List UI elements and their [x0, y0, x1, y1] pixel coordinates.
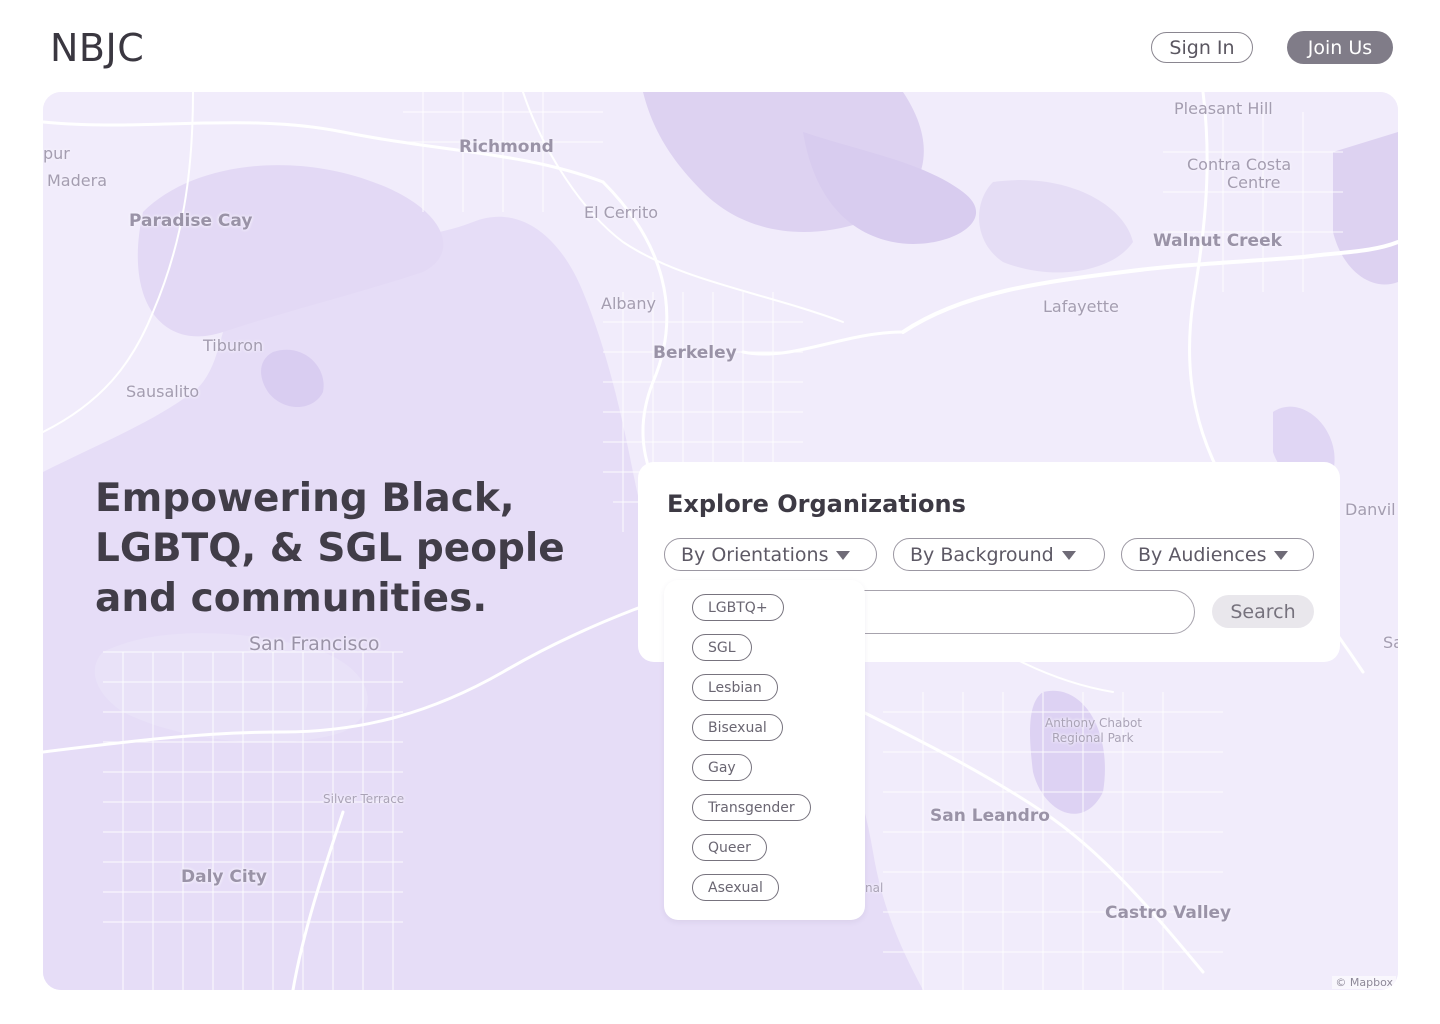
map-label: El Cerrito: [584, 203, 659, 222]
explore-title: Explore Organizations: [667, 490, 966, 518]
map-label: San Leandro: [930, 806, 1050, 826]
map-label: Anthony Chabot: [1045, 716, 1142, 730]
orientation-option-asexual[interactable]: Asexual: [692, 874, 779, 901]
map-label: Castro Valley: [1105, 903, 1232, 923]
filter-background-dropdown[interactable]: By Background: [893, 538, 1105, 571]
orientation-option-sgl[interactable]: SGL: [692, 634, 752, 661]
orientations-dropdown-menu: LGBTQ+ SGL Lesbian Bisexual Gay Transgen…: [664, 580, 865, 920]
orientation-option-lesbian[interactable]: Lesbian: [692, 674, 778, 701]
filter-label: By Audiences: [1138, 543, 1267, 566]
map-label: Sa: [1383, 633, 1398, 652]
map-label: Albany: [601, 294, 656, 313]
sign-in-button[interactable]: Sign In: [1151, 32, 1253, 63]
map-label: Tiburon: [203, 336, 264, 355]
hero-headline: Empowering Black, LGBTQ, & SGL people an…: [95, 476, 565, 621]
caret-down-icon: [1061, 551, 1076, 560]
map-label: Silver Terrace: [323, 792, 405, 806]
caret-down-icon: [836, 551, 851, 560]
map-label: nal: [865, 881, 884, 895]
search-button[interactable]: Search: [1212, 595, 1314, 628]
map-label: Danvil: [1345, 500, 1396, 519]
map-label: Centre: [1227, 173, 1281, 192]
orientation-option-queer[interactable]: Queer: [692, 834, 767, 861]
orientation-option-bisexual[interactable]: Bisexual: [692, 714, 783, 741]
orientation-option-lgbtq[interactable]: LGBTQ+: [692, 594, 784, 621]
map-label: Pleasant Hill: [1174, 99, 1273, 118]
join-us-button[interactable]: Join Us: [1287, 31, 1393, 64]
map-label: Daly City: [181, 867, 267, 887]
orientation-option-transgender[interactable]: Transgender: [692, 794, 811, 821]
map-label: Madera: [47, 171, 107, 190]
map-label: Sausalito: [126, 382, 200, 401]
map-attribution[interactable]: © Mapbox: [1332, 976, 1396, 989]
caret-down-icon: [1274, 551, 1289, 560]
map-label: Contra Costa: [1187, 155, 1292, 174]
filter-audiences-dropdown[interactable]: By Audiences: [1121, 538, 1314, 571]
map-label: Regional Park: [1052, 731, 1134, 745]
map-label: Paradise Cay: [129, 211, 253, 231]
map-label: Berkeley: [653, 343, 737, 363]
map-label: pur: [43, 144, 70, 163]
filter-orientations-dropdown[interactable]: By Orientations: [664, 538, 877, 571]
filter-label: By Background: [910, 543, 1054, 566]
map-label: Walnut Creek: [1153, 231, 1282, 251]
filter-label: By Orientations: [681, 543, 829, 566]
map-label: Lafayette: [1043, 297, 1119, 316]
nbjc-logo[interactable]: NBJC: [50, 26, 144, 70]
map-label: Richmond: [459, 137, 554, 157]
orientation-option-gay[interactable]: Gay: [692, 754, 752, 781]
map-label: San Francisco: [249, 633, 380, 655]
